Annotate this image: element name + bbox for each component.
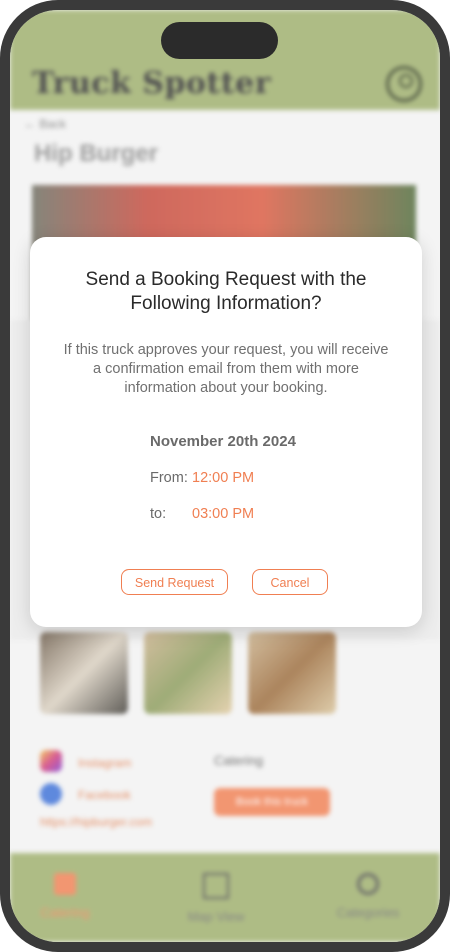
from-time-row: From: 12:00 PM — [150, 470, 254, 486]
booking-date: November 20th 2024 — [150, 433, 296, 450]
dialog-title: Send a Booking Request with the Followin… — [85, 269, 367, 314]
phone-frame: Truck Spotter ← Back Hip Burger Instagra… — [0, 0, 450, 952]
to-label: to: — [150, 506, 167, 522]
from-label: From: — [150, 470, 188, 486]
cancel-button[interactable]: Cancel — [252, 569, 328, 595]
screen: Truck Spotter ← Back Hip Burger Instagra… — [10, 10, 440, 942]
send-request-button[interactable]: Send Request — [121, 569, 228, 595]
from-time: 12:00 PM — [192, 470, 255, 486]
dialog-message: If this truck approves your request, you… — [63, 342, 389, 396]
to-time-row: to: 03:00 PM — [150, 506, 254, 522]
booking-confirm-dialog: Send a Booking Request with the Followin… — [30, 237, 422, 627]
device-notch — [161, 22, 278, 59]
to-time: 03:00 PM — [192, 506, 255, 522]
